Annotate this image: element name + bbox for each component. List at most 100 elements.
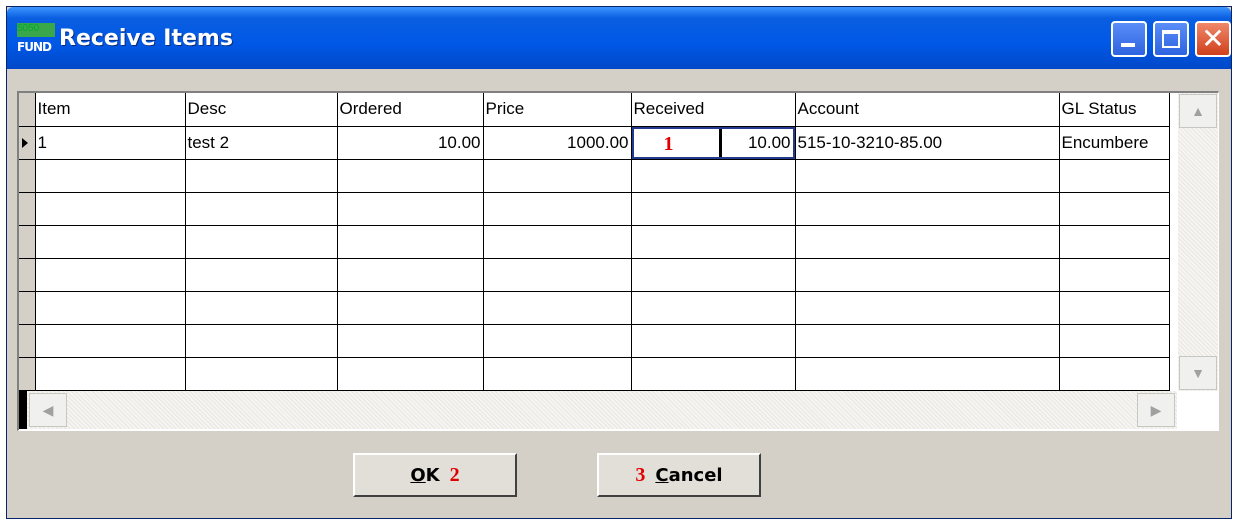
- ok-label-rest: K: [425, 464, 440, 486]
- empty-cell[interactable]: [795, 159, 1060, 193]
- scroll-left-button[interactable]: ◀: [29, 393, 67, 427]
- cell-received[interactable]: 1 10.00: [631, 126, 796, 160]
- received-value[interactable]: 10.00: [722, 129, 793, 157]
- empty-cell[interactable]: [631, 357, 796, 391]
- table-row[interactable]: 1 test 2 10.00 1000.00 1 10.00 515-10-32…: [19, 126, 1170, 160]
- column-header-desc[interactable]: Desc: [185, 93, 338, 127]
- close-button[interactable]: ✕: [1195, 21, 1231, 57]
- column-header-ordered[interactable]: Ordered: [337, 93, 484, 127]
- empty-cell[interactable]: [483, 192, 632, 226]
- empty-cell[interactable]: [631, 291, 796, 325]
- empty-cell[interactable]: [631, 324, 796, 358]
- column-header-gl-status[interactable]: GL Status: [1059, 93, 1170, 127]
- table-row[interactable]: [19, 291, 1170, 325]
- empty-cell[interactable]: [631, 225, 796, 259]
- empty-cell[interactable]: [35, 192, 186, 226]
- empty-cell[interactable]: [631, 192, 796, 226]
- empty-cell[interactable]: [483, 291, 632, 325]
- column-header-received[interactable]: Received: [631, 93, 796, 127]
- column-header-account[interactable]: Account: [795, 93, 1060, 127]
- empty-cell[interactable]: [35, 225, 186, 259]
- empty-cell[interactable]: [185, 357, 338, 391]
- empty-cell[interactable]: [337, 258, 484, 292]
- scroll-down-button[interactable]: ▼: [1179, 356, 1217, 390]
- empty-cell[interactable]: [35, 258, 186, 292]
- empty-cell[interactable]: [483, 357, 632, 391]
- empty-cell[interactable]: [35, 324, 186, 358]
- empty-cell[interactable]: [337, 192, 484, 226]
- empty-cell[interactable]: [1059, 357, 1170, 391]
- empty-cell[interactable]: [185, 159, 338, 193]
- minimize-button[interactable]: [1111, 21, 1147, 57]
- empty-cell[interactable]: [1059, 225, 1170, 259]
- empty-cell[interactable]: [483, 324, 632, 358]
- empty-cell[interactable]: [35, 357, 186, 391]
- empty-cell[interactable]: [185, 324, 338, 358]
- received-edit-area[interactable]: 1: [634, 128, 722, 157]
- column-header-item[interactable]: Item: [35, 93, 186, 127]
- scroll-up-button[interactable]: ▲: [1179, 94, 1217, 128]
- table-row[interactable]: [19, 159, 1170, 193]
- empty-cell[interactable]: [185, 258, 338, 292]
- vertical-scrollbar[interactable]: ▲ ▼: [1178, 93, 1218, 391]
- empty-cell[interactable]: [795, 324, 1060, 358]
- items-grid[interactable]: Item Desc Ordered Price Received Account…: [17, 91, 1219, 431]
- empty-cell[interactable]: [185, 192, 338, 226]
- empty-cell[interactable]: [1059, 159, 1170, 193]
- empty-cell[interactable]: [795, 357, 1060, 391]
- empty-cell[interactable]: [35, 291, 186, 325]
- maximize-button[interactable]: [1153, 21, 1189, 57]
- cell-ordered[interactable]: 10.00: [337, 126, 484, 160]
- row-indicator: [19, 159, 36, 193]
- empty-cell[interactable]: [185, 291, 338, 325]
- empty-cell[interactable]: [1059, 192, 1170, 226]
- app-icon-label: FUND: [17, 40, 52, 54]
- empty-cell[interactable]: [631, 258, 796, 292]
- maximize-icon: [1162, 30, 1180, 48]
- empty-cell[interactable]: [337, 159, 484, 193]
- empty-cell[interactable]: [185, 225, 338, 259]
- callout-3: 3: [635, 463, 646, 486]
- empty-cell[interactable]: [337, 291, 484, 325]
- table-row[interactable]: [19, 357, 1170, 391]
- table-row[interactable]: [19, 225, 1170, 259]
- column-header-price[interactable]: Price: [483, 93, 632, 127]
- cell-gl-status[interactable]: Encumbere: [1059, 126, 1170, 160]
- empty-cell[interactable]: [795, 225, 1060, 259]
- empty-cell[interactable]: [1059, 324, 1170, 358]
- cancel-button[interactable]: 3 Cancel: [597, 453, 761, 497]
- empty-cell[interactable]: [795, 192, 1060, 226]
- table-row[interactable]: [19, 192, 1170, 226]
- horizontal-scrollbar[interactable]: ◀ ▶: [19, 391, 1177, 429]
- empty-cell[interactable]: [35, 159, 186, 193]
- empty-cell[interactable]: [337, 225, 484, 259]
- empty-cell[interactable]: [795, 258, 1060, 292]
- empty-cell[interactable]: [1059, 258, 1170, 292]
- empty-cell[interactable]: [337, 324, 484, 358]
- close-icon: ✕: [1201, 22, 1225, 55]
- row-indicator: [19, 126, 36, 160]
- empty-cell[interactable]: [631, 159, 796, 193]
- table-row[interactable]: [19, 324, 1170, 358]
- ok-mnemonic: O: [410, 464, 426, 486]
- empty-cell[interactable]: [483, 225, 632, 259]
- ok-button[interactable]: OK 2: [353, 453, 517, 497]
- scroll-right-button[interactable]: ▶: [1137, 393, 1175, 427]
- empty-cell[interactable]: [337, 357, 484, 391]
- app-icon-top: 5050: [17, 23, 55, 37]
- cell-item[interactable]: 1: [35, 126, 186, 160]
- title-bar[interactable]: 5050 FUND Receive Items ✕: [7, 7, 1231, 69]
- app-fund-icon: 5050 FUND: [17, 23, 55, 57]
- cell-price[interactable]: 1000.00: [483, 126, 632, 160]
- empty-cell[interactable]: [483, 159, 632, 193]
- received-editor[interactable]: 1 10.00: [631, 126, 794, 158]
- empty-cell[interactable]: [795, 291, 1060, 325]
- current-row-arrow-icon: [22, 137, 28, 148]
- cell-account[interactable]: 515-10-3210-85.00: [795, 126, 1060, 160]
- table-row[interactable]: [19, 258, 1170, 292]
- receive-items-window: 5050 FUND Receive Items ✕ Item Desc Orde…: [6, 6, 1232, 519]
- empty-cell[interactable]: [483, 258, 632, 292]
- empty-cell[interactable]: [1059, 291, 1170, 325]
- cell-desc[interactable]: test 2: [185, 126, 338, 160]
- receive-items-table: Item Desc Ordered Price Received Account…: [19, 93, 1170, 391]
